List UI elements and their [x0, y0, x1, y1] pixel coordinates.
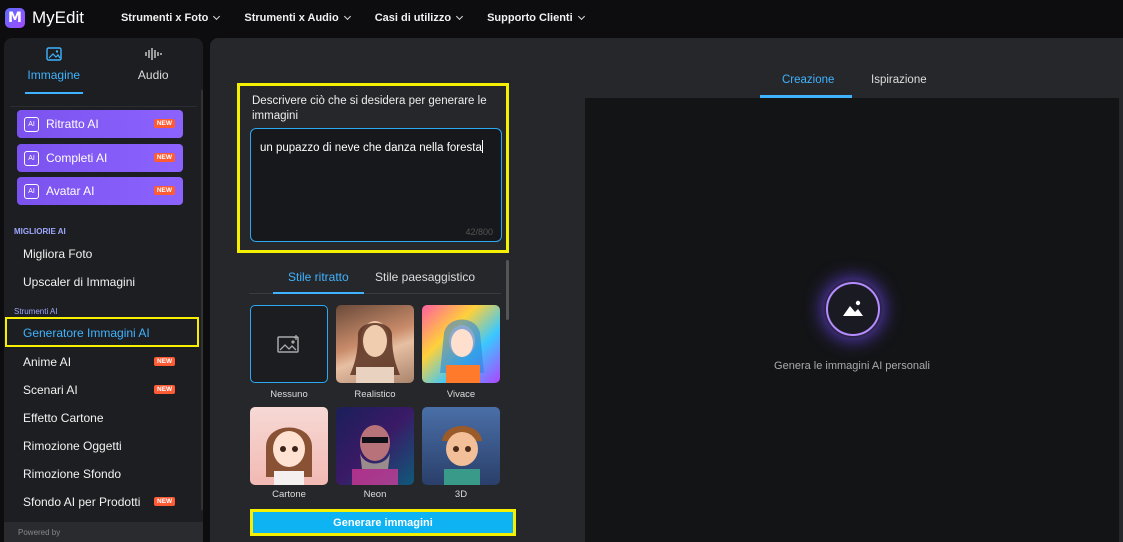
tab-stile-paesaggistico[interactable]: Stile paesaggistico — [375, 270, 475, 284]
button-label: Completi AI — [46, 151, 108, 165]
generate-images-button[interactable]: Generare immagini — [250, 509, 516, 536]
top-bar: M MyEdit Strumenti x Foto Strumenti x Au… — [0, 0, 1123, 36]
button-label: Ritratto AI — [46, 117, 99, 131]
main-nav: Strumenti x Foto Strumenti x Audio Casi … — [121, 12, 609, 24]
tab-audio[interactable]: Audio — [104, 38, 204, 94]
menu-scenari-ai[interactable]: Scenari AI — [23, 383, 78, 397]
chevron-down-icon — [213, 12, 221, 21]
portrait-thumbnail — [442, 426, 482, 485]
chevron-down-icon — [343, 12, 351, 21]
new-badge: NEW — [153, 186, 175, 195]
menu-upscaler[interactable]: Upscaler di Immagini — [23, 275, 135, 289]
chevron-down-icon — [577, 12, 585, 21]
completi-ai-button[interactable]: AI Completi AI NEW — [17, 144, 183, 172]
style-label: Realistico — [354, 389, 396, 400]
menu-generatore-immagini[interactable]: Generatore Immagini AI — [23, 326, 150, 340]
style-card-cartone[interactable] — [250, 407, 328, 485]
nav-label: Strumenti x Foto — [120, 12, 209, 24]
new-badge: NEW — [153, 119, 175, 128]
nav-supporto[interactable]: Supporto Clienti — [487, 12, 585, 24]
portrait-thumbnail — [266, 427, 312, 485]
ai-sparkle-icon: AI — [24, 150, 39, 166]
style-card-nessuno[interactable] — [250, 305, 328, 383]
new-badge: NEW — [154, 385, 176, 394]
styles-scrollbar[interactable] — [506, 260, 509, 320]
nav-strumenti-foto[interactable]: Strumenti x Foto — [120, 12, 221, 24]
ritratto-ai-button[interactable]: AI Ritratto AI NEW — [17, 110, 183, 138]
app-name: MyEdit — [32, 8, 84, 27]
nav-label: Supporto Clienti — [487, 12, 573, 24]
powered-by: Powered by — [4, 522, 203, 542]
sidebar-scrollbar[interactable] — [201, 90, 203, 510]
nav-strumenti-audio[interactable]: Strumenti x Audio — [244, 12, 351, 24]
image-placeholder-icon — [277, 335, 299, 353]
style-label: Neon — [363, 489, 387, 500]
new-badge: NEW — [153, 153, 175, 162]
char-counter: 42/800 — [465, 227, 493, 237]
waveform-icon — [145, 48, 162, 60]
section-migliorie-ai: MIGLIORIE AI — [14, 227, 66, 236]
portrait-thumbnail — [352, 425, 398, 485]
ai-image-orb-icon — [822, 278, 884, 340]
tab-stile-ritratto[interactable]: Stile ritratto — [288, 270, 349, 284]
nav-label: Casi di utilizzo — [374, 12, 452, 24]
text-caret — [481, 140, 483, 153]
style-label: 3D — [454, 489, 468, 500]
prompt-label: Descrivere ciò che si desidera per gener… — [252, 95, 487, 122]
menu-anime-ai[interactable]: Anime AI — [23, 355, 71, 369]
menu-rimozione-oggetti[interactable]: Rimozione Oggetti — [23, 439, 122, 453]
style-card-realistico[interactable] — [336, 305, 414, 383]
tab-label: Immagine — [27, 68, 81, 82]
tab-label: Audio — [137, 68, 169, 82]
chevron-down-icon — [456, 12, 464, 21]
nav-casi-utilizzo[interactable]: Casi di utilizzo — [374, 12, 464, 24]
sidebar-tabs: Immagine Audio — [4, 38, 203, 94]
prompt-text: un pupazzo di neve che danza nella fores… — [260, 142, 482, 154]
style-card-3d[interactable] — [422, 407, 500, 485]
new-badge: NEW — [154, 357, 176, 366]
style-label: Nessuno — [270, 389, 308, 400]
section-strumenti-ai: Strumenti AI — [14, 307, 58, 316]
menu-rimozione-sfondo[interactable]: Rimozione Sfondo — [23, 467, 121, 481]
preview-message: Genera le immagini AI personali — [774, 360, 930, 372]
preview-area: Genera le immagini AI personali — [585, 98, 1119, 542]
ai-sparkle-icon: AI — [24, 116, 39, 132]
style-card-vivace[interactable] — [422, 305, 500, 383]
sidebar: Immagine Audio AI Ritratto AI NEW AI Com… — [4, 38, 203, 542]
prompt-value: un pupazzo di neve che danza nella fores… — [260, 140, 483, 154]
prompt-section: Descrivere ciò che si desidera per gener… — [237, 83, 509, 253]
tab-ispirazione[interactable]: Ispirazione — [871, 74, 927, 86]
image-icon — [46, 47, 62, 61]
portrait-thumbnail — [440, 319, 484, 383]
tab-underline — [25, 92, 83, 94]
logo[interactable]: M MyEdit — [5, 8, 84, 28]
tab-underline — [273, 292, 364, 294]
divider — [10, 106, 197, 107]
new-badge: NEW — [154, 497, 176, 506]
button-label: Avatar AI — [46, 184, 95, 198]
style-card-neon[interactable] — [336, 407, 414, 485]
prompt-textarea[interactable]: un pupazzo di neve che danza nella fores… — [250, 128, 502, 242]
menu-migliora-foto[interactable]: Migliora Foto — [23, 247, 92, 261]
mountain-image-icon — [843, 300, 863, 316]
avatar-ai-button[interactable]: AI Avatar AI NEW — [17, 177, 183, 205]
nav-label: Strumenti x Audio — [244, 12, 339, 24]
menu-sfondo-ai-prodotti[interactable]: Sfondo AI per Prodotti — [23, 495, 140, 509]
myedit-logo-icon: M — [5, 8, 25, 28]
tab-creazione[interactable]: Creazione — [782, 74, 834, 86]
style-label: Vivace — [446, 389, 476, 400]
portrait-thumbnail — [350, 321, 400, 383]
tab-immagine[interactable]: Immagine — [4, 38, 104, 94]
style-label: Cartone — [272, 489, 306, 500]
style-tabs: Stile ritratto Stile paesaggistico — [249, 268, 501, 294]
menu-effetto-cartone[interactable]: Effetto Cartone — [23, 411, 104, 425]
ai-sparkle-icon: AI — [24, 183, 39, 199]
